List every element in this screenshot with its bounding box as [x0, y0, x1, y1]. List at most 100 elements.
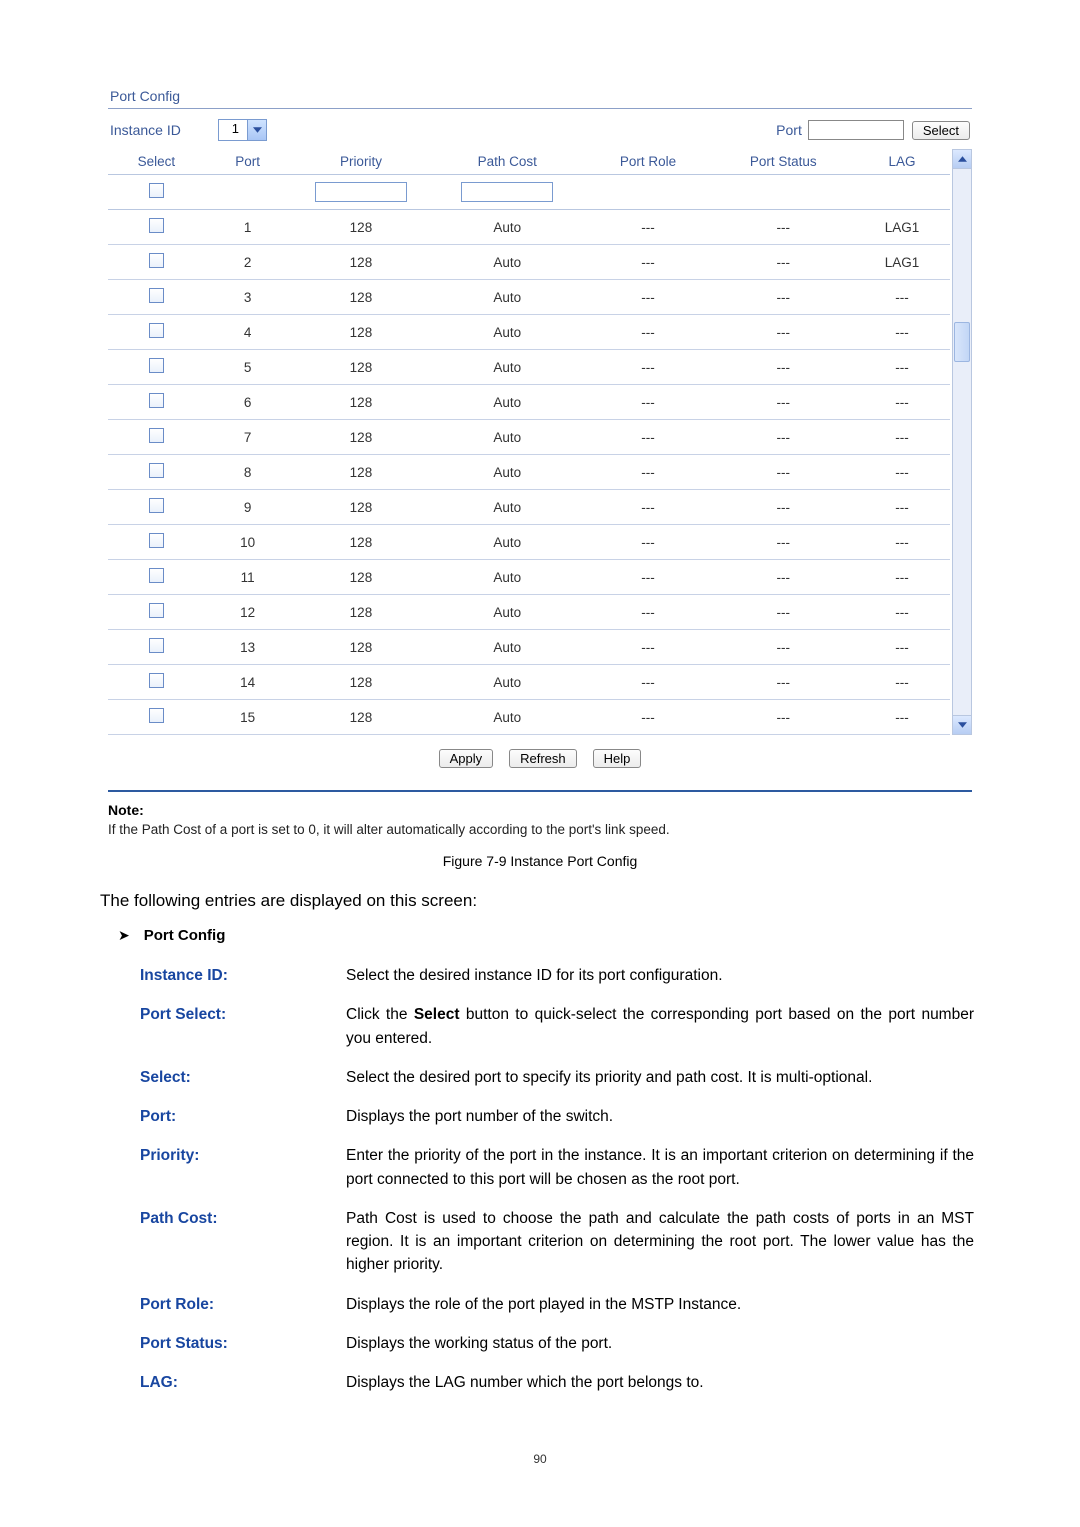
scroll-up-icon[interactable]: [953, 150, 971, 169]
cell-port-status: ---: [713, 595, 854, 630]
table-row: 3128Auto---------: [108, 280, 950, 315]
note-title: Note:: [108, 802, 972, 818]
def-term: Priority:: [100, 1136, 346, 1199]
select-all-checkbox[interactable]: [149, 183, 164, 198]
row-checkbox[interactable]: [149, 603, 164, 618]
cell-lag: ---: [854, 700, 951, 735]
col-port: Port: [205, 149, 291, 175]
cell-priority: 128: [291, 595, 432, 630]
cell-port-status: ---: [713, 455, 854, 490]
row-checkbox[interactable]: [149, 393, 164, 408]
cell-priority: 128: [291, 525, 432, 560]
def-desc: Displays the port number of the switch.: [346, 1097, 980, 1136]
cell-port-role: ---: [583, 630, 713, 665]
cell-path-cost: Auto: [431, 245, 583, 280]
instance-id-select[interactable]: 1: [218, 119, 267, 141]
cell-priority: 128: [291, 420, 432, 455]
scroll-down-icon[interactable]: [953, 715, 971, 734]
cell-port-status: ---: [713, 385, 854, 420]
cell-port-status: ---: [713, 665, 854, 700]
scroll-thumb[interactable]: [954, 322, 970, 362]
priority-input[interactable]: [315, 182, 407, 202]
cell-priority: 128: [291, 245, 432, 280]
definitions-table: Instance ID: Select the desired instance…: [100, 956, 980, 1402]
cell-path-cost: Auto: [431, 455, 583, 490]
row-checkbox[interactable]: [149, 708, 164, 723]
table-row: 8128Auto---------: [108, 455, 950, 490]
cell-path-cost: Auto: [431, 630, 583, 665]
table-row: 1128Auto------LAG1: [108, 210, 950, 245]
cell-port-role: ---: [583, 315, 713, 350]
cell-port: 14: [205, 665, 291, 700]
cell-port-status: ---: [713, 630, 854, 665]
cell-priority: 128: [291, 315, 432, 350]
cell-lag: ---: [854, 350, 951, 385]
cell-port: 13: [205, 630, 291, 665]
col-priority: Priority: [291, 149, 432, 175]
cell-path-cost: Auto: [431, 420, 583, 455]
cell-priority: 128: [291, 350, 432, 385]
cell-port-role: ---: [583, 665, 713, 700]
row-checkbox[interactable]: [149, 288, 164, 303]
cell-path-cost: Auto: [431, 665, 583, 700]
cell-path-cost: Auto: [431, 315, 583, 350]
apply-button[interactable]: Apply: [439, 749, 494, 768]
scroll-track[interactable]: [953, 169, 971, 715]
path-cost-input[interactable]: [461, 182, 553, 202]
row-checkbox[interactable]: [149, 358, 164, 373]
cell-lag: ---: [854, 630, 951, 665]
row-checkbox[interactable]: [149, 218, 164, 233]
table-row: 6128Auto---------: [108, 385, 950, 420]
cell-port: 4: [205, 315, 291, 350]
cell-port: 5: [205, 350, 291, 385]
col-port-role: Port Role: [583, 149, 713, 175]
col-path-cost: Path Cost: [431, 149, 583, 175]
def-row: Path Cost: Path Cost is used to choose t…: [100, 1199, 980, 1285]
cell-lag: ---: [854, 490, 951, 525]
row-checkbox[interactable]: [149, 498, 164, 513]
cell-port: 11: [205, 560, 291, 595]
col-lag: LAG: [854, 149, 951, 175]
def-term: Instance ID:: [100, 956, 346, 995]
cell-port-status: ---: [713, 280, 854, 315]
port-table: Select Port Priority Path Cost Port Role…: [108, 149, 950, 735]
cell-lag: ---: [854, 455, 951, 490]
cell-lag: ---: [854, 385, 951, 420]
def-term: Port:: [100, 1097, 346, 1136]
cell-port: 10: [205, 525, 291, 560]
row-checkbox[interactable]: [149, 428, 164, 443]
port-filter-input[interactable]: [808, 120, 904, 140]
def-row: LAG: Displays the LAG number which the p…: [100, 1363, 980, 1402]
select-button[interactable]: Select: [912, 121, 970, 140]
cell-path-cost: Auto: [431, 210, 583, 245]
cell-path-cost: Auto: [431, 595, 583, 630]
table-row: 9128Auto---------: [108, 490, 950, 525]
def-row: Port: Displays the port number of the sw…: [100, 1097, 980, 1136]
row-checkbox[interactable]: [149, 673, 164, 688]
cell-lag: ---: [854, 420, 951, 455]
row-checkbox[interactable]: [149, 568, 164, 583]
help-button[interactable]: Help: [593, 749, 642, 768]
cell-port-role: ---: [583, 350, 713, 385]
divider: [108, 108, 972, 109]
cell-port: 12: [205, 595, 291, 630]
refresh-button[interactable]: Refresh: [509, 749, 577, 768]
page-number: 90: [100, 1402, 980, 1466]
row-checkbox[interactable]: [149, 253, 164, 268]
cell-priority: 128: [291, 630, 432, 665]
row-checkbox[interactable]: [149, 638, 164, 653]
row-checkbox[interactable]: [149, 533, 164, 548]
row-checkbox[interactable]: [149, 463, 164, 478]
table-row: 2128Auto------LAG1: [108, 245, 950, 280]
def-desc: Path Cost is used to choose the path and…: [346, 1199, 980, 1285]
def-row: Select: Select the desired port to speci…: [100, 1058, 980, 1097]
vertical-scrollbar[interactable]: [952, 149, 972, 735]
def-desc: Click the Select button to quick-select …: [346, 995, 980, 1058]
row-checkbox[interactable]: [149, 323, 164, 338]
note-block: Note: If the Path Cost of a port is set …: [100, 802, 980, 843]
table-filter-row: [108, 175, 950, 210]
cell-priority: 128: [291, 665, 432, 700]
def-row: Port Select: Click the Select button to …: [100, 995, 980, 1058]
cell-port-role: ---: [583, 700, 713, 735]
instance-id-value: 1: [219, 120, 247, 140]
